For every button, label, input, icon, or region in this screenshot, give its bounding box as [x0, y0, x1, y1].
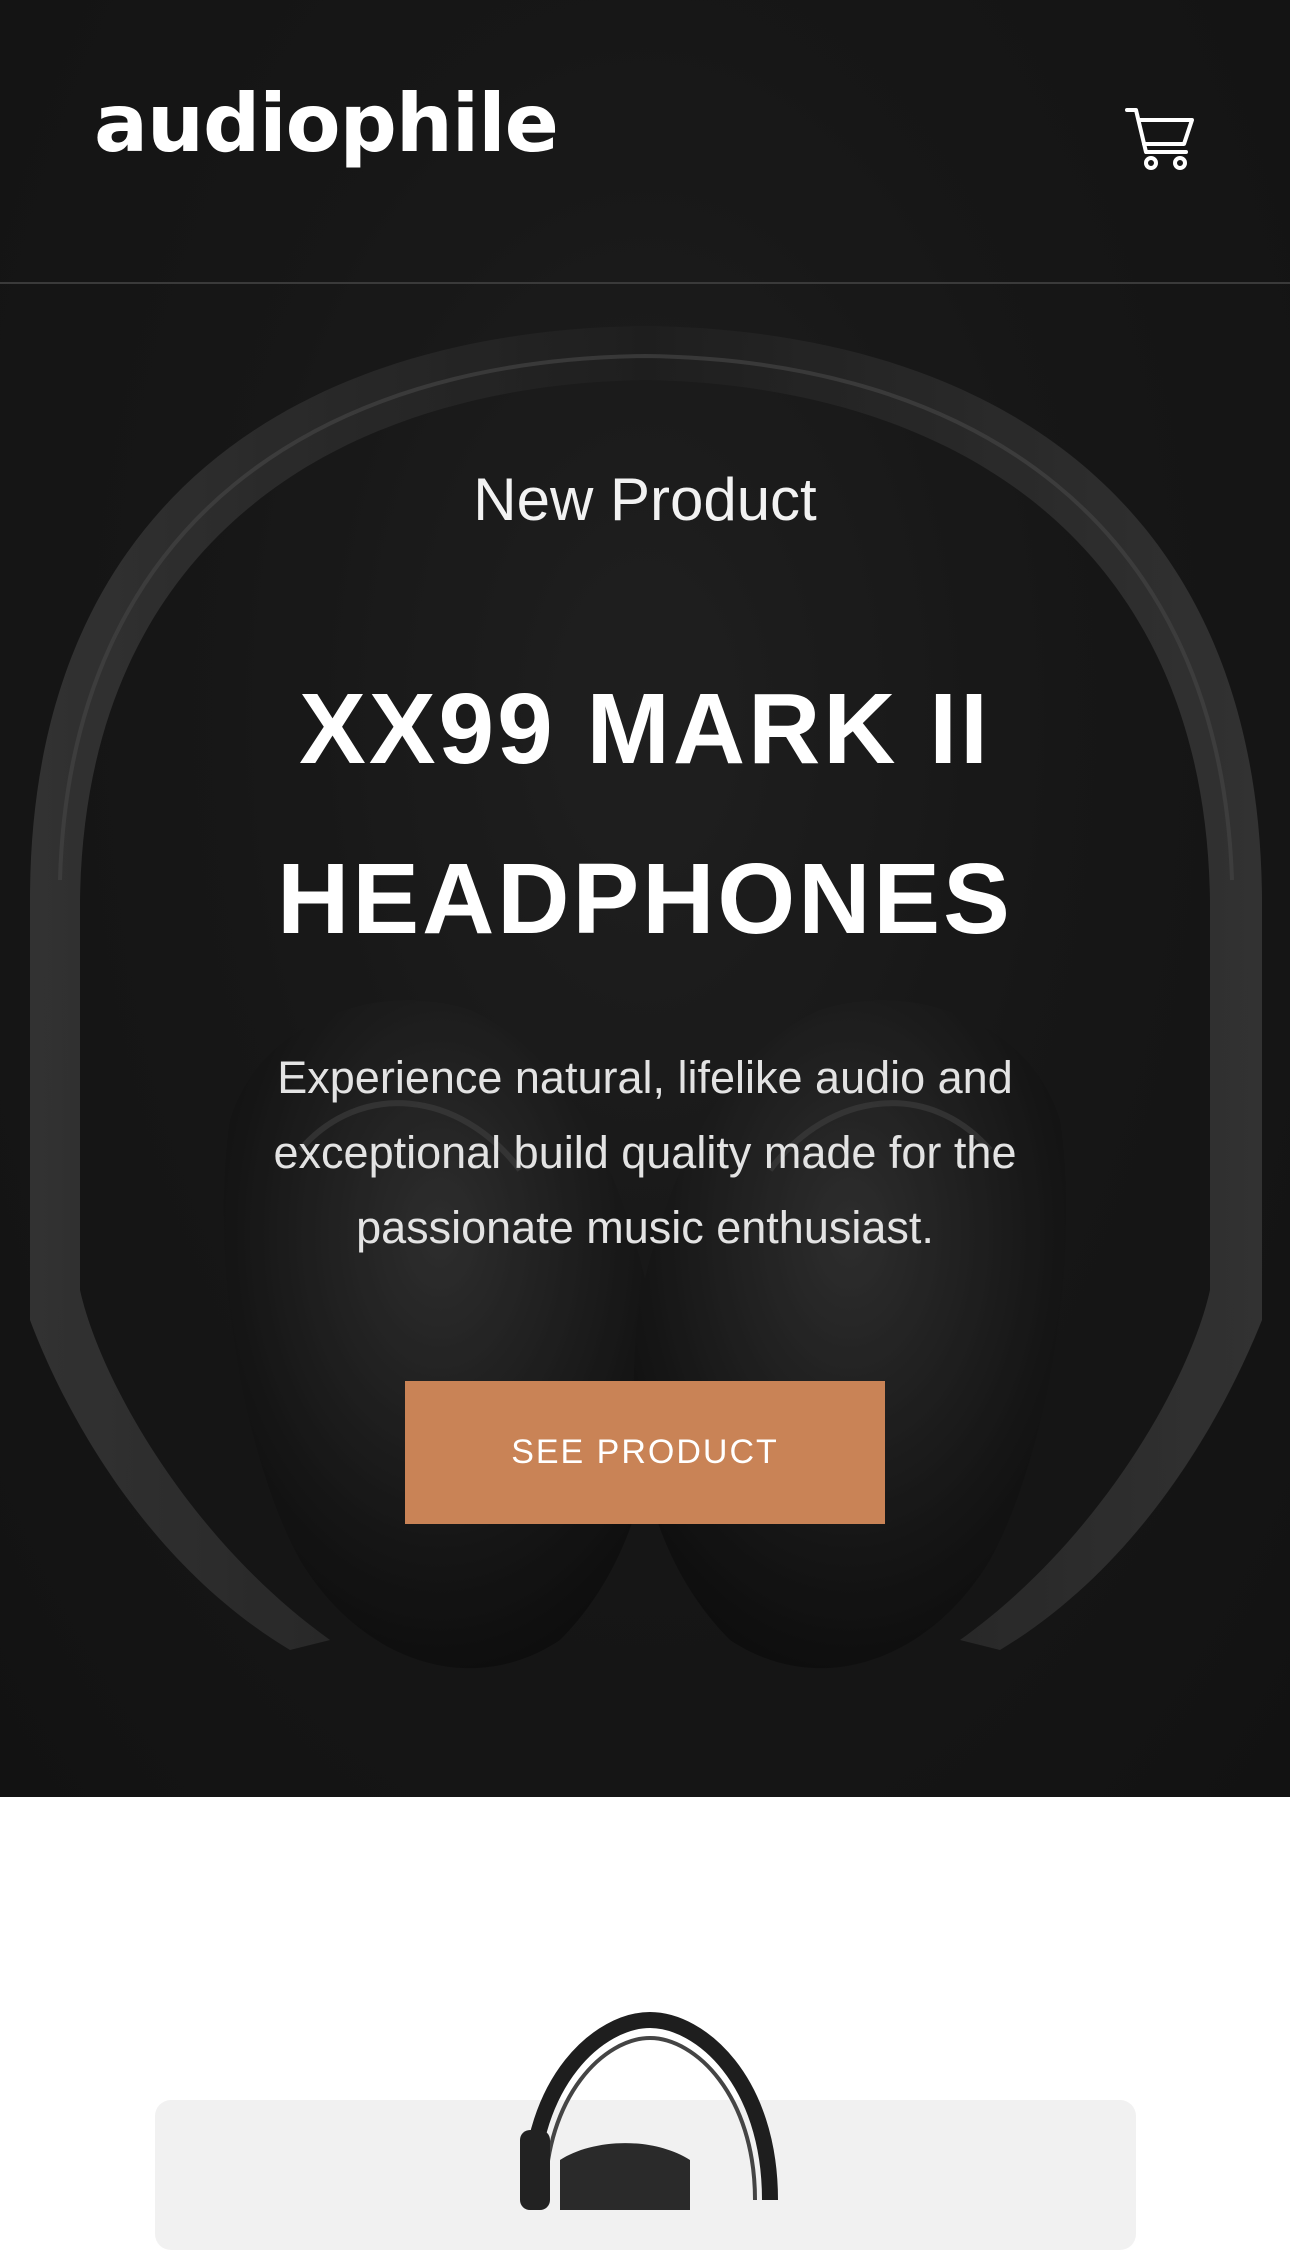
- headphones-thumbnail-image: [520, 2011, 778, 2210]
- shopping-cart-icon[interactable]: [1124, 106, 1196, 172]
- new-product-label: New Product: [473, 466, 817, 533]
- hero-description: Experience natural, lifelike audio and e…: [273, 1052, 1017, 1253]
- hero-section: audiophile New Product XX99 MARK II HEAD…: [0, 0, 1290, 1797]
- see-product-button[interactable]: SEE PRODUCT: [405, 1381, 885, 1524]
- site-header: audiophile: [0, 0, 1290, 284]
- brand-logo[interactable]: audiophile: [94, 84, 559, 164]
- hero-title: XX99 MARK II HEADPHONES: [277, 673, 1013, 955]
